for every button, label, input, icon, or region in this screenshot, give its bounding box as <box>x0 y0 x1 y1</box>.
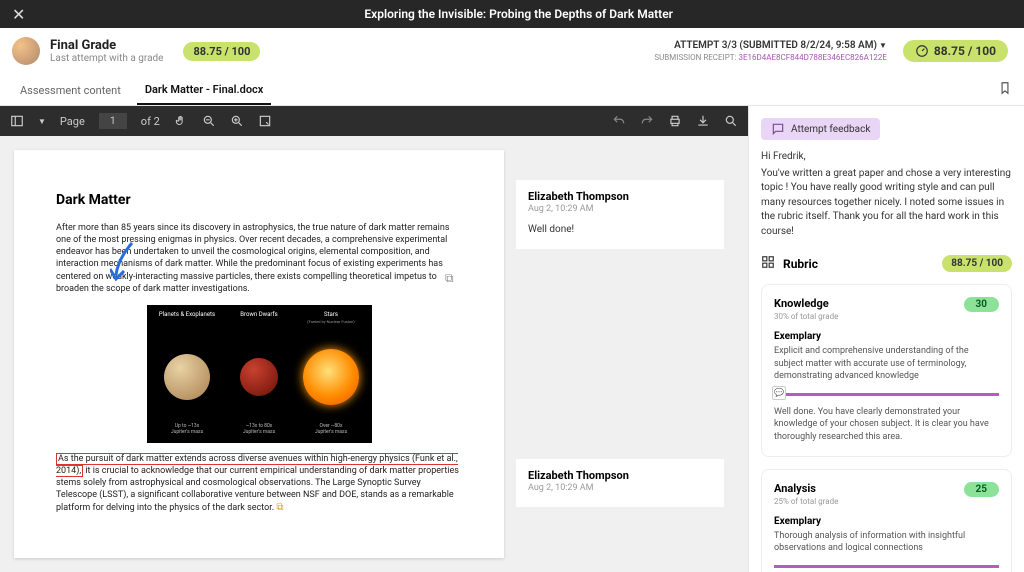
attempt-selector[interactable]: ATTEMPT 3/3 (SUBMITTED 8/2/24, 9:58 AM)▼ <box>654 40 887 51</box>
page-label: Page <box>60 115 85 128</box>
undo-icon[interactable] <box>612 114 626 128</box>
comment-author: Elizabeth Thompson <box>528 469 712 482</box>
comment-time: Aug 2, 10:29 AM <box>528 204 712 214</box>
avatar <box>12 37 40 65</box>
zoom-out-icon[interactable] <box>202 114 216 128</box>
rubric-comment-icon[interactable]: 💬 <box>772 386 786 400</box>
search-icon[interactable] <box>724 114 738 128</box>
rubric-level-desc: Thorough analysis of information with in… <box>774 530 999 555</box>
print-icon[interactable] <box>668 114 682 128</box>
submission-receipt: SUBMISSION RECEIPT: 3E16D4AE8CF844D788E3… <box>654 53 887 62</box>
rubric-criterion-pct: 25% of total grade <box>774 497 838 506</box>
rubric-item-knowledge[interactable]: Knowledge 30% of total grade 30 Exemplar… <box>761 284 1012 457</box>
chevron-down-icon: ▼ <box>879 41 887 50</box>
rubric-note: Well done. You have clearly demonstrated… <box>774 406 999 444</box>
feedback-panel: Attempt feedback Hi Fredrik, You've writ… <box>748 106 1024 572</box>
redo-icon[interactable] <box>640 114 654 128</box>
rubric-item-analysis[interactable]: Analysis 25% of total grade 25 Exemplary… <box>761 469 1012 572</box>
tab-assessment-content[interactable]: Assessment content <box>12 76 129 104</box>
figure-planets: Planets & Exoplanets Up to ~13x Jupiter'… <box>147 305 372 443</box>
annotation-arrow-icon <box>110 239 140 287</box>
zoom-in-icon[interactable] <box>230 114 244 128</box>
document-page[interactable]: Dark Matter After more than 85 years sin… <box>14 150 504 558</box>
grade-title: Final Grade <box>50 38 163 53</box>
doc-paragraph: As the pursuit of dark matter extends ac… <box>56 453 462 515</box>
rubric-points-badge: 25 <box>964 482 999 497</box>
rubric-level: Exemplary <box>774 516 999 527</box>
page-input[interactable] <box>99 113 127 129</box>
comment-author: Elizabeth Thompson <box>528 190 712 203</box>
comment-icon <box>771 122 785 136</box>
rubric-criterion-pct: 30% of total grade <box>774 312 838 321</box>
page-total: of 2 <box>141 115 160 128</box>
feedback-greeting: Hi Fredrik, <box>761 150 1012 165</box>
grade-pill-right: 88.75 / 100 <box>903 40 1008 62</box>
gauge-icon <box>915 44 929 58</box>
fit-icon[interactable] <box>258 114 272 128</box>
attempt-feedback-chip[interactable]: Attempt feedback <box>761 118 880 140</box>
download-icon[interactable] <box>696 114 710 128</box>
doc-heading: Dark Matter <box>56 192 462 208</box>
copy-icon[interactable]: ⧉ <box>445 271 454 286</box>
comment-card[interactable]: Elizabeth Thompson Aug 2, 10:29 AM Well … <box>516 180 724 249</box>
comment-body: Well done! <box>528 224 712 235</box>
grade-subtitle: Last attempt with a grade <box>50 53 163 64</box>
grade-pill-left: 88.75 / 100 <box>183 42 260 61</box>
tab-file[interactable]: Dark Matter - Final.docx <box>137 75 272 105</box>
sidebar-toggle-icon[interactable] <box>10 114 24 128</box>
rubric-criterion-name: Analysis <box>774 482 838 495</box>
chevron-down-icon[interactable]: ▼ <box>38 117 46 126</box>
rubric-level: Exemplary <box>774 331 999 342</box>
comment-card[interactable]: Elizabeth Thompson Aug 2, 10:29 AM <box>516 459 724 507</box>
rubric-criterion-name: Knowledge <box>774 297 838 310</box>
close-icon[interactable]: ✕ <box>12 5 25 24</box>
rubric-score: 88.75 / 100 <box>942 255 1012 272</box>
rubric-title: Rubric <box>783 257 818 271</box>
pan-icon[interactable] <box>174 114 188 128</box>
comment-time: Aug 2, 10:29 AM <box>528 483 712 493</box>
rubric-level-desc: Explicit and comprehensive understanding… <box>774 345 999 383</box>
bookmark-icon[interactable] <box>998 81 1012 99</box>
page-title: Exploring the Invisible: Probing the Dep… <box>25 7 1012 21</box>
rubric-points-badge: 30 <box>964 297 999 312</box>
feedback-body: You've written a great paper and chose a… <box>761 167 1012 240</box>
rubric-icon <box>761 255 775 272</box>
comment-marker-icon[interactable]: ⧉ <box>276 502 283 513</box>
